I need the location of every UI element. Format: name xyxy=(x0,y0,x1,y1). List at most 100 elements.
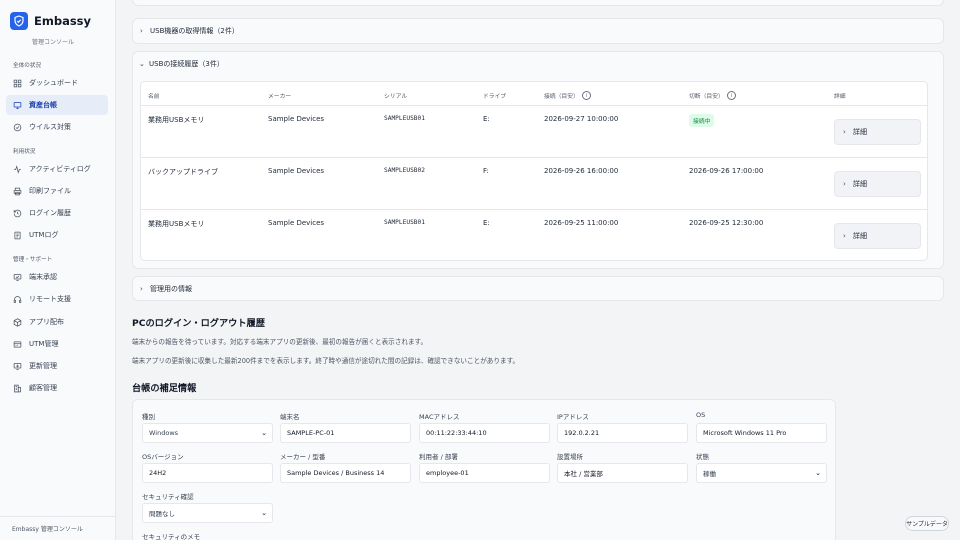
sidebar-item-remote-support[interactable]: リモート支援 xyxy=(6,289,108,309)
type-value: Windows xyxy=(149,429,179,437)
sidebar-item-device-approval[interactable]: 端末承認 xyxy=(6,267,108,287)
chevron-down-icon: ⌄ xyxy=(261,509,267,517)
cell-drive: F: xyxy=(483,167,489,175)
utm-icon xyxy=(13,340,22,349)
sidebar-item-label: アプリ配布 xyxy=(29,318,64,326)
cell-maker: Sample Devices xyxy=(268,167,325,175)
admin-info-section[interactable]: › 管理用の情報 xyxy=(132,276,944,301)
sidebar-item-utm-log[interactable]: UTMログ xyxy=(6,225,108,245)
brand-subtitle: 管理コンソール xyxy=(32,39,75,46)
cell-connected: 2026-09-25 11:00:00 xyxy=(544,219,619,227)
table-row: 業務用USBメモリ Sample Devices SAMPLEUSB01 E: … xyxy=(141,105,927,157)
chevron-right-icon: › xyxy=(843,128,846,136)
usb-info-toggle[interactable]: › USB機器の取得情報（2件） xyxy=(140,26,239,36)
chevron-down-icon: ⌄ xyxy=(139,60,145,68)
brand[interactable]: Embassy xyxy=(10,12,91,30)
chevron-right-icon: › xyxy=(843,232,846,240)
table-row: 業務用USBメモリ Sample Devices SAMPLEUSB01 E: … xyxy=(141,209,927,261)
ip-input[interactable]: 192.0.2.21 xyxy=(557,423,688,443)
sidebar-item-label: 顧客管理 xyxy=(29,384,57,392)
sidebar-item-label: ログイン履歴 xyxy=(29,209,71,217)
admin-info-title: 管理用の情報 xyxy=(150,285,192,293)
shield-logo-icon xyxy=(10,12,28,30)
approve-icon xyxy=(13,273,22,282)
cell-drive: E: xyxy=(483,115,490,123)
sidebar-item-label: UTM管理 xyxy=(29,340,59,348)
nav-section-usage: 利用状況 xyxy=(13,149,36,155)
sidebar-item-utm-management[interactable]: UTM管理 xyxy=(6,334,108,354)
security-check-select[interactable]: 問題なし ⌄ xyxy=(142,503,273,523)
nav-section-admin: 管理・サポート xyxy=(13,257,53,263)
activity-icon xyxy=(13,164,22,174)
cell-maker: Sample Devices xyxy=(268,219,325,227)
usb-info-title: USB機器の取得情報（2件） xyxy=(150,27,239,35)
ledger-form: 種別 Windows ⌄ 端末名 SAMPLE-PC-01 MACアドレス 00… xyxy=(132,399,836,540)
column-header-name: 名前 xyxy=(148,94,160,100)
cell-connected: 2026-09-27 10:00:00 xyxy=(544,115,619,123)
sample-data-button[interactable]: サンプルデータ xyxy=(905,516,949,531)
building-icon xyxy=(13,384,22,393)
type-select[interactable]: Windows ⌄ xyxy=(142,423,273,443)
sidebar-item-asset-ledger[interactable]: 資産台帳 xyxy=(6,95,108,115)
state-select[interactable]: 稼働 ⌄ xyxy=(696,463,827,483)
location-label: 設置場所 xyxy=(557,453,583,461)
status-badge: 接続中 xyxy=(689,114,715,127)
detail-button[interactable]: › 詳細 xyxy=(834,171,921,197)
printer-icon xyxy=(13,187,22,196)
usb-history-toggle[interactable]: ⌄ USBの接続履歴（3件） xyxy=(139,59,224,69)
os-input[interactable]: Microsoft Windows 11 Pro xyxy=(696,423,827,443)
sidebar-item-customer-management[interactable]: 顧客管理 xyxy=(6,378,108,398)
os-version-input[interactable]: 24H2 xyxy=(142,463,273,483)
column-header-maker: メーカー xyxy=(268,94,292,100)
user-input[interactable]: employee-01 xyxy=(419,463,550,483)
detail-button[interactable]: › 詳細 xyxy=(834,223,921,249)
cell-maker: Sample Devices xyxy=(268,115,325,123)
admin-info-toggle[interactable]: › 管理用の情報 xyxy=(140,284,192,294)
sidebar-item-app-distribution[interactable]: アプリ配布 xyxy=(6,312,108,332)
model-label: メーカー / 型番 xyxy=(280,453,326,461)
chevron-down-icon: ⌄ xyxy=(261,429,267,437)
sidebar-item-label: 端末承認 xyxy=(29,273,57,281)
sidebar-item-antivirus[interactable]: ウイルス対策 xyxy=(6,117,108,137)
sidebar-item-dashboard[interactable]: ダッシュボード xyxy=(6,73,108,93)
history-icon xyxy=(13,209,22,218)
os-version-label: OSバージョン xyxy=(142,453,184,461)
brand-name: Embassy xyxy=(34,14,92,28)
column-header-connected: 接続（目安） i xyxy=(544,91,591,100)
state-value: 稼働 xyxy=(703,470,716,478)
column-header-serial: シリアル xyxy=(384,94,408,100)
detail-button[interactable]: › 詳細 xyxy=(834,119,921,145)
column-header-disconnected-label: 切断（目安） xyxy=(689,94,724,100)
hostname-input[interactable]: SAMPLE-PC-01 xyxy=(280,423,411,443)
model-input[interactable]: Sample Devices / Business 14 xyxy=(280,463,411,483)
sidebar-item-print-files[interactable]: 印刷ファイル xyxy=(6,181,108,201)
cell-name: バックアップドライブ xyxy=(148,168,218,176)
sidebar: Embassy 管理コンソール 全体の状況 ダッシュボード 資産台帳 ウイルス対… xyxy=(0,0,116,540)
nav-section-overview: 全体の状況 xyxy=(13,63,41,69)
usb-info-section[interactable]: › USB機器の取得情報（2件） xyxy=(132,18,944,44)
sidebar-item-login-history[interactable]: ログイン履歴 xyxy=(6,203,108,223)
monitor-icon xyxy=(13,101,22,110)
detail-button-label: 詳細 xyxy=(853,180,867,188)
info-icon[interactable]: i xyxy=(581,91,591,100)
cell-name: 業務用USBメモリ xyxy=(148,220,205,228)
ledger-title: 台帳の補足情報 xyxy=(132,383,197,394)
update-icon xyxy=(13,362,22,371)
sidebar-item-label: 資産台帳 xyxy=(29,101,57,109)
security-memo-label: セキュリティのメモ xyxy=(142,533,201,540)
package-icon xyxy=(13,317,22,327)
column-header-detail: 詳細 xyxy=(834,94,846,100)
sidebar-item-update-management[interactable]: 更新管理 xyxy=(6,356,108,376)
location-input[interactable]: 本社 / 営業部 xyxy=(557,463,688,483)
sidebar-item-label: UTMログ xyxy=(29,231,59,239)
sidebar-item-activity-log[interactable]: アクティビティログ xyxy=(6,159,108,179)
mac-input[interactable]: 00:11:22:33:44:10 xyxy=(419,423,550,443)
cell-serial: SAMPLEUSB02 xyxy=(384,167,425,174)
column-header-drive: ドライブ xyxy=(483,94,507,100)
cell-drive: E: xyxy=(483,219,490,227)
top-card-edge xyxy=(132,0,944,6)
sidebar-item-label: ウイルス対策 xyxy=(29,123,71,131)
sidebar-item-label: ダッシュボード xyxy=(29,79,78,87)
info-icon[interactable]: i xyxy=(726,91,736,100)
chevron-right-icon: › xyxy=(140,285,143,293)
